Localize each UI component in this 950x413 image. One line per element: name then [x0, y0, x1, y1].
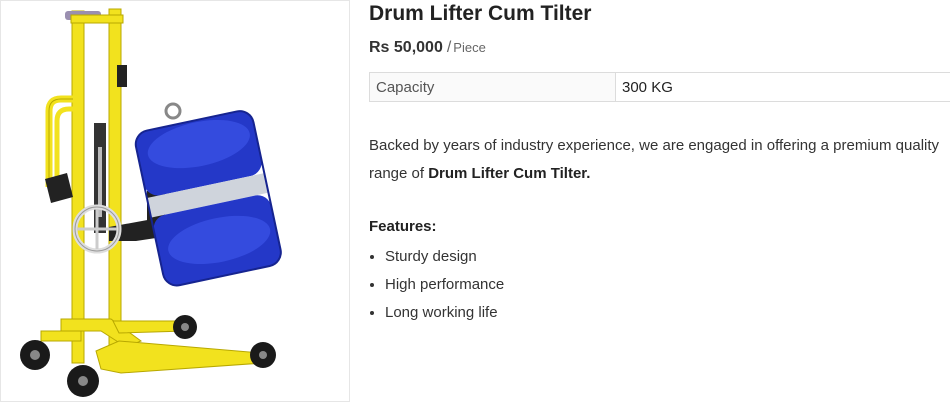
feature-item: Long working life [385, 299, 504, 327]
product-description: Backed by years of industry experience, … [369, 132, 949, 188]
description-product-name: Drum Lifter Cum Tilter. [428, 165, 591, 182]
product-image[interactable] [1, 1, 349, 401]
product-image-panel[interactable] [0, 0, 350, 402]
price: Rs 50,000 [369, 39, 443, 56]
spec-value: 300 KG [615, 72, 950, 102]
feature-item: High performance [385, 271, 504, 299]
price-row: Rs 50,000/Piece [369, 39, 486, 57]
feature-item: Sturdy design [385, 243, 504, 271]
features-heading: Features: [369, 218, 437, 235]
features-list: Sturdy design High performance Long work… [369, 243, 504, 327]
spec-key: Capacity [369, 72, 616, 102]
price-separator: / [446, 39, 452, 56]
spec-row: Capacity 300 KG [369, 72, 950, 102]
product-title: Drum Lifter Cum Tilter [369, 2, 592, 25]
spec-table: Capacity 300 KG [369, 72, 950, 102]
price-unit: Piece [453, 40, 486, 55]
